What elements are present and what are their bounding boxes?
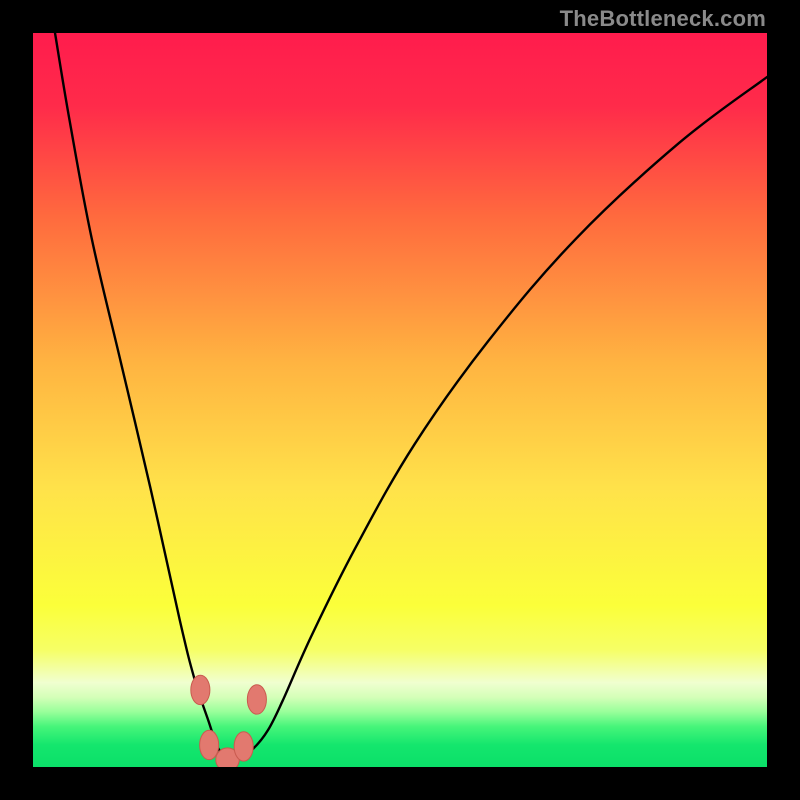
plot-area bbox=[33, 33, 767, 767]
curve-bead bbox=[247, 685, 266, 714]
watermark-label: TheBottleneck.com bbox=[560, 6, 766, 32]
curve-bead bbox=[200, 730, 219, 759]
chart-stage: TheBottleneck.com bbox=[0, 0, 800, 800]
curve-beads bbox=[191, 675, 267, 767]
curve-bead bbox=[191, 675, 210, 704]
curve-path bbox=[55, 33, 767, 760]
bottleneck-curve bbox=[33, 33, 767, 767]
curve-bead bbox=[234, 732, 253, 761]
